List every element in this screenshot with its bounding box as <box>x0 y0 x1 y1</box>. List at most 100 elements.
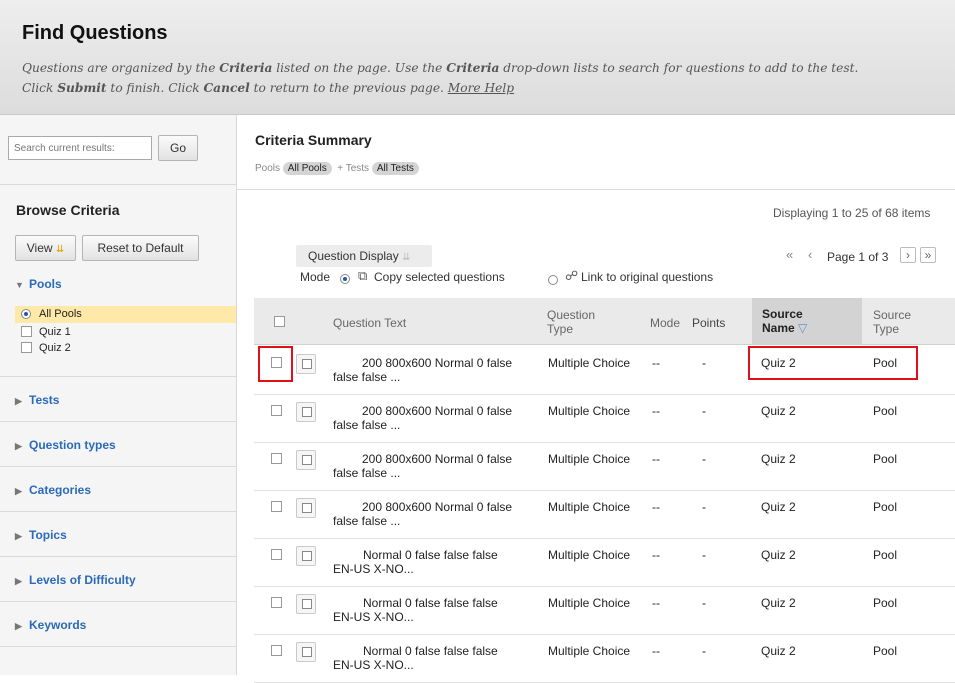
points-cell: - <box>702 596 706 610</box>
question-text-line: Normal 0 false false false <box>363 644 498 658</box>
displaying-count: Displaying 1 to 25 of 68 items <box>773 206 931 220</box>
row-checkbox[interactable] <box>271 645 282 656</box>
row-divider <box>254 394 955 395</box>
question-text-cell[interactable]: Normal 0 false false false EN-US X-NO... <box>333 548 533 576</box>
question-text-cell[interactable]: Normal 0 false false false EN-US X-NO... <box>333 596 533 624</box>
search-input[interactable]: Search current results: <box>8 136 152 160</box>
preview-icon[interactable] <box>296 354 316 374</box>
mode-header[interactable]: Mode <box>650 316 680 330</box>
highlight-checkbox-box <box>258 346 293 382</box>
source-name-cell: Quiz 2 <box>761 644 796 658</box>
first-page-icon[interactable]: « <box>786 247 793 262</box>
pools-criteria-pill[interactable]: All Pools <box>282 162 332 175</box>
link-mode-label: Link to original questions <box>581 270 714 284</box>
preview-icon[interactable] <box>296 498 316 518</box>
triangle-right-icon: ▶ <box>15 531 22 541</box>
source-type-header[interactable]: Source Type <box>873 308 911 336</box>
source-type-cell: Pool <box>873 548 898 562</box>
next-page-icon[interactable]: › <box>900 247 916 263</box>
pool-item-quiz2[interactable]: Quiz 2 <box>15 340 236 357</box>
previous-page-icon[interactable]: ‹ <box>808 247 812 262</box>
mode-cell: -- <box>652 452 660 466</box>
row-checkbox[interactable] <box>271 549 282 560</box>
pool-item-all[interactable]: All Pools <box>15 306 236 323</box>
view-button[interactable]: View ⇊ <box>15 235 76 261</box>
question-text-line: Normal 0 false false false <box>363 596 498 610</box>
row-checkbox[interactable] <box>271 453 282 464</box>
mode-row: Mode <box>300 270 331 284</box>
row-checkbox[interactable] <box>271 405 282 416</box>
source-type-cell: Pool <box>873 404 898 418</box>
question-type-cell: Multiple Choice <box>548 356 631 370</box>
question-text-line: EN-US X-NO... <box>333 610 414 624</box>
copy-mode-radio[interactable] <box>340 274 350 284</box>
points-cell: - <box>702 500 706 514</box>
last-page-icon[interactable]: » <box>920 247 936 263</box>
question-text-line: EN-US X-NO... <box>333 562 414 576</box>
criteria-summary-title: Criteria Summary <box>255 132 372 148</box>
question-text-line: 200 800x600 Normal 0 false <box>362 356 513 370</box>
topics-toggle[interactable]: ▶ Topics <box>15 528 67 542</box>
mode-cell: -- <box>652 404 660 418</box>
keywords-toggle[interactable]: ▶ Keywords <box>15 618 86 632</box>
checkbox-icon[interactable] <box>21 342 32 353</box>
row-divider <box>254 442 955 443</box>
question-text-line: false false ... <box>333 466 401 480</box>
preview-icon[interactable] <box>296 594 316 614</box>
sidebar-divider <box>0 466 236 467</box>
criteria-divider <box>237 189 955 190</box>
radio-icon[interactable] <box>21 309 31 319</box>
checkbox-icon[interactable] <box>21 326 32 337</box>
question-text-header[interactable]: Question Text <box>333 316 406 330</box>
triangle-right-icon: ▶ <box>15 576 22 586</box>
question-type-header[interactable]: Question Type <box>547 308 595 336</box>
question-types-toggle[interactable]: ▶ Question types <box>15 438 116 452</box>
mode-cell: -- <box>652 500 660 514</box>
preview-icon[interactable] <box>296 546 316 566</box>
question-text-cell[interactable]: 200 800x600 Normal 0 false false false ..… <box>333 452 533 480</box>
levels-of-difficulty-toggle[interactable]: ▶ Levels of Difficulty <box>15 573 136 587</box>
link-mode-radio[interactable] <box>548 275 558 285</box>
tests-toggle[interactable]: ▶ Tests <box>15 393 59 407</box>
browse-criteria-title: Browse Criteria <box>16 202 120 218</box>
preview-icon[interactable] <box>296 402 316 422</box>
triangle-down-icon: ▼ <box>15 280 24 290</box>
more-help-link[interactable]: More Help <box>448 81 514 95</box>
mode-cell: -- <box>652 356 660 370</box>
chevron-down-icon: ⇊ <box>402 252 411 263</box>
tests-criteria-pill[interactable]: All Tests <box>371 162 419 175</box>
question-text-line: Normal 0 false false false <box>363 548 498 562</box>
mode-cell: -- <box>652 596 660 610</box>
pool-item-quiz1[interactable]: Quiz 1 <box>15 323 236 340</box>
source-name-header[interactable]: Source Name ▽ <box>752 298 862 344</box>
row-checkbox[interactable] <box>271 501 282 512</box>
question-text-cell[interactable]: 200 800x600 Normal 0 false false false ..… <box>333 356 533 384</box>
question-text-cell[interactable]: Normal 0 false false false EN-US X-NO... <box>333 644 533 672</box>
points-cell: - <box>702 548 706 562</box>
question-text-cell[interactable]: 200 800x600 Normal 0 false false false ..… <box>333 404 533 432</box>
go-button[interactable]: Go <box>158 135 198 161</box>
question-type-cell: Multiple Choice <box>548 500 631 514</box>
question-text-cell[interactable]: 200 800x600 Normal 0 false false false ..… <box>333 500 533 528</box>
sidebar-divider <box>0 511 236 512</box>
row-divider <box>254 538 955 539</box>
copy-mode-label: Copy selected questions <box>374 270 505 284</box>
row-checkbox[interactable] <box>271 597 282 608</box>
question-type-cell: Multiple Choice <box>548 404 631 418</box>
select-all-checkbox[interactable] <box>274 316 285 327</box>
preview-icon[interactable] <box>296 450 316 470</box>
points-cell: - <box>702 644 706 658</box>
preview-icon[interactable] <box>296 642 316 662</box>
copy-icon: ⧉ <box>358 268 368 283</box>
question-text-line: false false ... <box>333 514 401 528</box>
question-display-dropdown[interactable]: Question Display ⇊ <box>296 245 432 267</box>
sidebar-divider <box>0 376 236 377</box>
points-header[interactable]: Points <box>692 316 725 330</box>
question-text-line: 200 800x600 Normal 0 false <box>362 500 513 514</box>
categories-toggle[interactable]: ▶ Categories <box>15 483 91 497</box>
pools-toggle[interactable]: ▼ Pools <box>15 277 62 291</box>
mode-cell: -- <box>652 548 660 562</box>
reset-to-default-button[interactable]: Reset to Default <box>82 235 199 261</box>
chevron-down-icon: ⇊ <box>55 244 65 255</box>
triangle-right-icon: ▶ <box>15 486 22 496</box>
